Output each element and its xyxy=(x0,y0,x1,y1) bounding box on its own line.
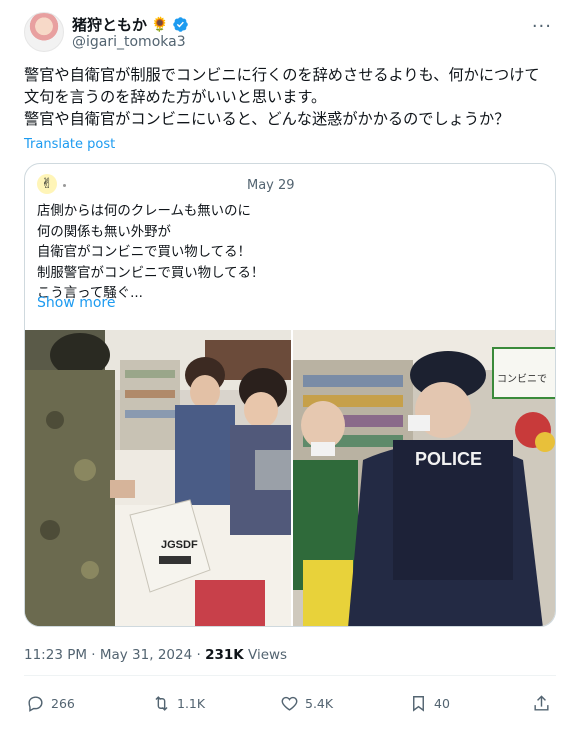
views-count: 231K xyxy=(205,647,244,663)
repost-icon xyxy=(155,696,168,711)
like-button[interactable]: 5.4K xyxy=(280,694,333,713)
post-text: 警官や自衛官が制服でコンビニに行くのを辞めさせるよりも、何かにつけて文句を言うの… xyxy=(24,66,540,128)
store-sign-text: コンビニで xyxy=(497,373,547,385)
repost-count: 1.1K xyxy=(177,696,206,711)
bookmark-count: 40 xyxy=(434,696,450,711)
author-name[interactable]: 猪狩ともか xyxy=(72,14,147,35)
quoted-photo-police[interactable]: コンビニで POLICE xyxy=(293,330,555,626)
show-more-link[interactable]: Show more xyxy=(37,295,116,311)
share-icon xyxy=(534,695,549,711)
author-avatar[interactable] xyxy=(24,12,64,52)
quoted-post-date[interactable]: May 29 xyxy=(247,178,295,193)
quoted-post-text: 店側からは何のクレームも無いのに 何の関係も無い外野が 自衛官がコンビニで買い物… xyxy=(37,204,265,301)
translate-post-link[interactable]: Translate post xyxy=(24,137,115,152)
post-header: 猪狩ともか 🌻 @igari_tomoka3 ··· xyxy=(24,12,554,52)
repost-button[interactable]: 1.1K xyxy=(152,694,205,713)
reply-count: 266 xyxy=(51,696,75,711)
jgsdf-bag-text: JGSDF xyxy=(161,539,198,551)
views-label: Views xyxy=(243,647,288,663)
post-timestamp[interactable]: 11:23 PM · May 31, 2024 · 231K Views xyxy=(24,647,287,663)
post-time: 11:23 PM · May 31, 2024 · xyxy=(24,647,206,663)
like-count: 5.4K xyxy=(305,696,334,711)
bookmark-icon xyxy=(413,696,424,712)
soldier-photo-illustration: JGSDF xyxy=(25,330,291,626)
quoted-photo-soldier[interactable]: JGSDF xyxy=(25,330,291,626)
more-options-icon[interactable]: ··· xyxy=(532,16,552,37)
share-button[interactable] xyxy=(532,694,551,713)
police-vest-text: POLICE xyxy=(415,449,482,469)
action-divider xyxy=(24,675,556,676)
sunflower-emoji: 🌻 xyxy=(151,16,169,33)
reply-icon xyxy=(28,696,43,712)
action-bar: 266 1.1K 5.4K 40 xyxy=(24,694,556,716)
police-photo-illustration: コンビニで POLICE xyxy=(293,330,555,626)
heart-icon xyxy=(281,696,298,711)
quoted-post[interactable]: ✌ May 29 店側からは何のクレームも無いのに 何の関係も無い外野が 自衛官… xyxy=(24,163,556,627)
bookmark-button[interactable]: 40 xyxy=(409,694,450,713)
author-name-row: 猪狩ともか 🌻 xyxy=(72,14,189,35)
quoted-author-avatar[interactable]: ✌ xyxy=(37,174,57,194)
quoted-author-name-dot xyxy=(63,184,66,187)
author-handle[interactable]: @igari_tomoka3 xyxy=(72,34,186,50)
reply-button[interactable]: 266 xyxy=(26,694,75,713)
verified-badge-icon xyxy=(173,17,189,32)
